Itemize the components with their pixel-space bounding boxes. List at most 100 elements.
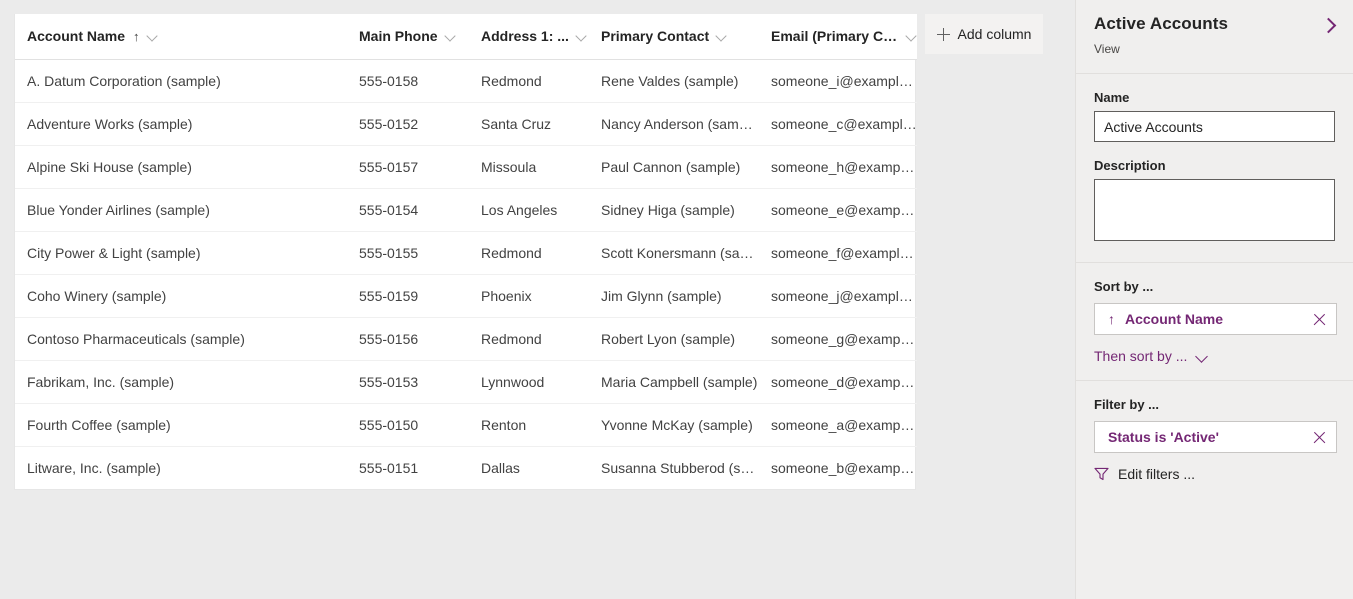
cell-address1: Redmond xyxy=(469,231,589,274)
cell-account-name[interactable]: Coho Winery (sample) xyxy=(15,274,347,317)
close-icon[interactable] xyxy=(1312,430,1327,445)
cell-account-name[interactable]: Contoso Pharmaceuticals (sample) xyxy=(15,317,347,360)
view-properties-panel: Active Accounts View Name Description So… xyxy=(1075,0,1353,599)
table-row[interactable]: Coho Winery (sample) 555-0159 Phoenix Ji… xyxy=(15,274,917,317)
cell-address1: Redmond xyxy=(469,59,589,102)
cell-account-name[interactable]: Adventure Works (sample) xyxy=(15,102,347,145)
table-row[interactable]: Contoso Pharmaceuticals (sample) 555-015… xyxy=(15,317,917,360)
table-row[interactable]: Fabrikam, Inc. (sample) 555-0153 Lynnwoo… xyxy=(15,360,917,403)
chevron-down-icon[interactable] xyxy=(445,31,456,42)
sort-chip-account-name[interactable]: ↑ Account Name xyxy=(1094,303,1337,335)
cell-email: someone_i@example.com xyxy=(759,59,917,102)
table-header-row: Account Name ↑ Main Phone xyxy=(15,14,917,59)
accounts-data-grid: Account Name ↑ Main Phone xyxy=(14,14,916,490)
cell-address1: Redmond xyxy=(469,317,589,360)
column-header-account-name[interactable]: Account Name ↑ xyxy=(15,14,347,59)
sort-chip-label: Account Name xyxy=(1125,311,1223,327)
cell-main-phone: 555-0150 xyxy=(347,403,469,446)
plus-icon xyxy=(937,28,950,41)
cell-account-name[interactable]: City Power & Light (sample) xyxy=(15,231,347,274)
cell-main-phone: 555-0153 xyxy=(347,360,469,403)
cell-main-phone: 555-0156 xyxy=(347,317,469,360)
cell-account-name[interactable]: Blue Yonder Airlines (sample) xyxy=(15,188,347,231)
sort-by-label: Sort by ... xyxy=(1094,279,1335,294)
table-row[interactable]: Blue Yonder Airlines (sample) 555-0154 L… xyxy=(15,188,917,231)
filter-chip-status-active[interactable]: Status is 'Active' xyxy=(1094,421,1337,453)
then-sort-by-button[interactable]: Then sort by ... xyxy=(1094,348,1335,364)
column-header-email[interactable]: Email (Primary Co... xyxy=(759,14,917,59)
cell-primary-contact: Paul Cannon (sample) xyxy=(589,145,759,188)
filter-by-section: Filter by ... Status is 'Active' Edit fi… xyxy=(1076,381,1353,498)
cell-address1: Los Angeles xyxy=(469,188,589,231)
cell-account-name[interactable]: Litware, Inc. (sample) xyxy=(15,446,347,489)
cell-email: someone_f@example.com xyxy=(759,231,917,274)
sort-by-section: Sort by ... ↑ Account Name Then sort by … xyxy=(1076,263,1353,380)
column-header-address1[interactable]: Address 1: ... xyxy=(469,14,589,59)
description-input[interactable] xyxy=(1094,179,1335,241)
cell-email: someone_e@example.com xyxy=(759,188,917,231)
cell-email: someone_j@example.com xyxy=(759,274,917,317)
table-row[interactable]: Fourth Coffee (sample) 555-0150 Renton Y… xyxy=(15,403,917,446)
cell-email: someone_a@example.com xyxy=(759,403,917,446)
cell-address1: Missoula xyxy=(469,145,589,188)
cell-email: someone_d@example.com xyxy=(759,360,917,403)
name-field-group: Name xyxy=(1094,90,1335,142)
close-icon[interactable] xyxy=(1312,312,1327,327)
cell-account-name[interactable]: Fabrikam, Inc. (sample) xyxy=(15,360,347,403)
column-header-label: Address 1: ... xyxy=(481,28,569,44)
table-row[interactable]: Adventure Works (sample) 555-0152 Santa … xyxy=(15,102,917,145)
cell-address1: Dallas xyxy=(469,446,589,489)
cell-main-phone: 555-0152 xyxy=(347,102,469,145)
cell-main-phone: 555-0154 xyxy=(347,188,469,231)
table-row[interactable]: Alpine Ski House (sample) 555-0157 Misso… xyxy=(15,145,917,188)
cell-main-phone: 555-0159 xyxy=(347,274,469,317)
filter-by-label: Filter by ... xyxy=(1094,397,1335,412)
cell-main-phone: 555-0158 xyxy=(347,59,469,102)
table-row[interactable]: Litware, Inc. (sample) 555-0151 Dallas S… xyxy=(15,446,917,489)
cell-address1: Phoenix xyxy=(469,274,589,317)
column-header-label: Main Phone xyxy=(359,28,438,44)
column-header-main-phone[interactable]: Main Phone xyxy=(347,14,469,59)
cell-primary-contact: Jim Glynn (sample) xyxy=(589,274,759,317)
sort-ascending-icon: ↑ xyxy=(133,29,140,44)
column-header-primary-contact[interactable]: Primary Contact xyxy=(589,14,759,59)
edit-filters-label: Edit filters ... xyxy=(1118,466,1195,482)
cell-primary-contact: Yvonne McKay (sample) xyxy=(589,403,759,446)
name-input[interactable] xyxy=(1094,111,1335,142)
add-column-label: Add column xyxy=(958,26,1032,42)
cell-email: someone_g@example.com xyxy=(759,317,917,360)
table-row[interactable]: A. Datum Corporation (sample) 555-0158 R… xyxy=(15,59,917,102)
add-column-button[interactable]: Add column xyxy=(925,14,1043,54)
cell-address1: Renton xyxy=(469,403,589,446)
description-label: Description xyxy=(1094,158,1335,173)
chevron-down-icon[interactable] xyxy=(576,31,587,42)
cell-primary-contact: Maria Campbell (sample) xyxy=(589,360,759,403)
cell-primary-contact: Nancy Anderson (sample) xyxy=(589,102,759,145)
panel-header: Active Accounts View xyxy=(1076,0,1353,73)
view-editor-page: Account Name ↑ Main Phone xyxy=(0,0,1353,599)
column-header-label: Account Name xyxy=(27,28,125,44)
chevron-down-icon[interactable] xyxy=(906,31,917,42)
chevron-down-icon[interactable] xyxy=(716,31,727,42)
table-row[interactable]: City Power & Light (sample) 555-0155 Red… xyxy=(15,231,917,274)
chevron-down-icon[interactable] xyxy=(147,31,158,42)
table-header: Account Name ↑ Main Phone xyxy=(15,14,917,59)
cell-primary-contact: Scott Konersmann (sample) xyxy=(589,231,759,274)
cell-account-name[interactable]: A. Datum Corporation (sample) xyxy=(15,59,347,102)
grid-area: Account Name ↑ Main Phone xyxy=(0,0,1075,599)
cell-account-name[interactable]: Alpine Ski House (sample) xyxy=(15,145,347,188)
cell-email: someone_b@example.com xyxy=(759,446,917,489)
cell-account-name[interactable]: Fourth Coffee (sample) xyxy=(15,403,347,446)
cell-primary-contact: Susanna Stubberod (samp... xyxy=(589,446,759,489)
filter-chip-label: Status is 'Active' xyxy=(1108,429,1219,445)
cell-email: someone_h@example.com xyxy=(759,145,917,188)
edit-filters-button[interactable]: Edit filters ... xyxy=(1094,466,1335,482)
name-description-section: Name Description xyxy=(1076,74,1353,262)
cell-main-phone: 555-0151 xyxy=(347,446,469,489)
cell-email: someone_c@example.com xyxy=(759,102,917,145)
column-header-label: Primary Contact xyxy=(601,28,709,44)
chevron-right-icon[interactable] xyxy=(1315,11,1343,39)
cell-main-phone: 555-0157 xyxy=(347,145,469,188)
sort-ascending-icon: ↑ xyxy=(1108,312,1115,326)
cell-main-phone: 555-0155 xyxy=(347,231,469,274)
